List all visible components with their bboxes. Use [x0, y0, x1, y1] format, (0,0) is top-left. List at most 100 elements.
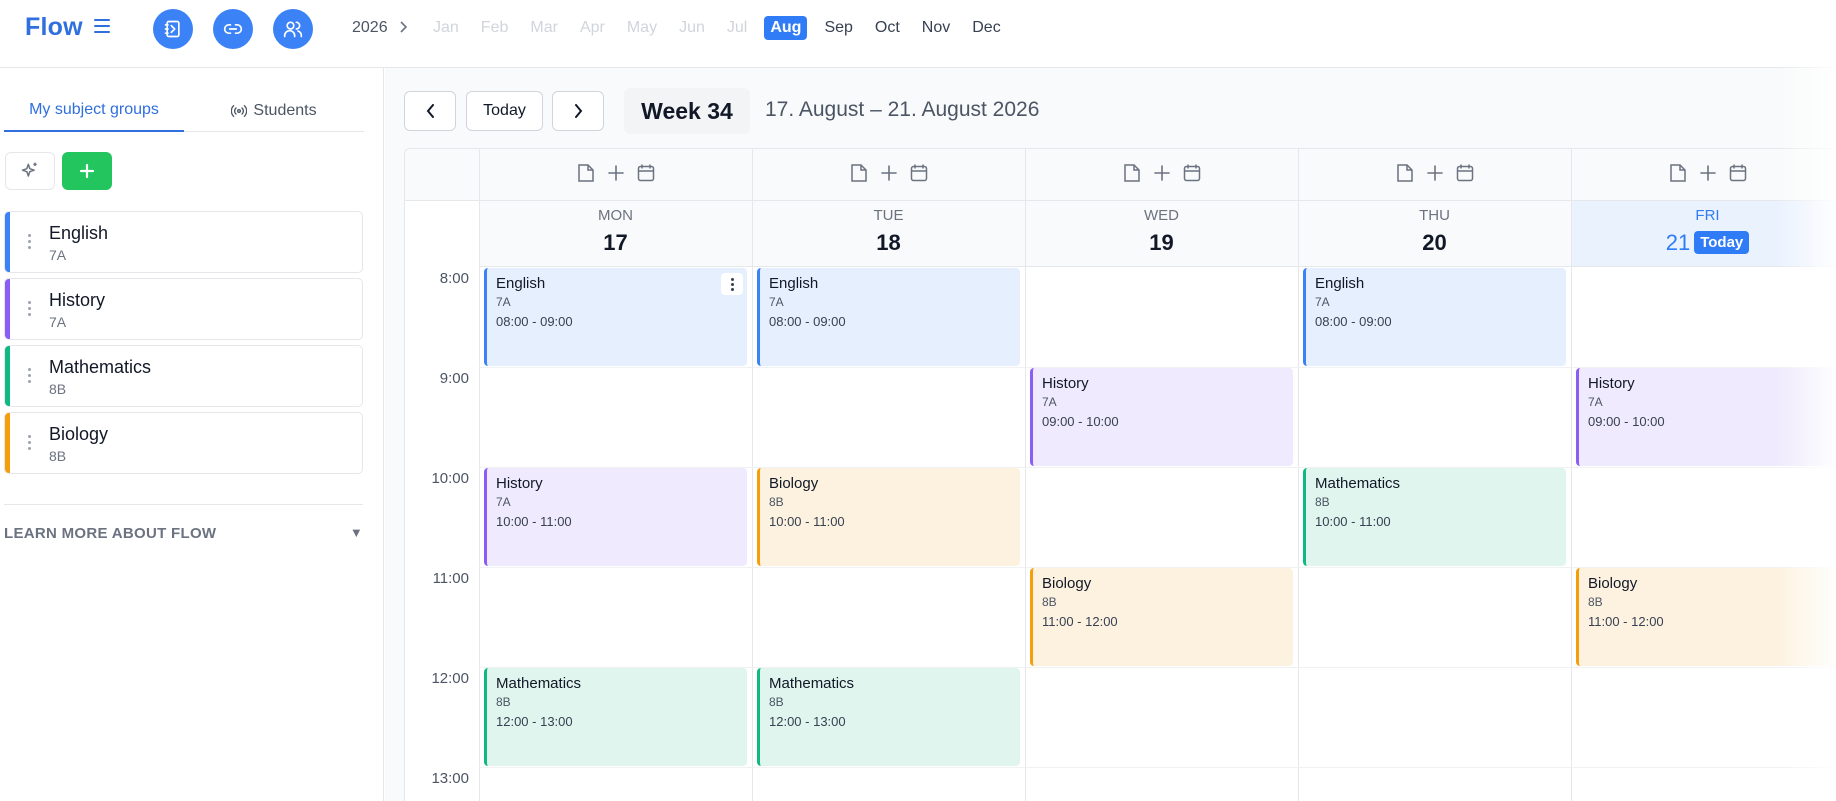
subject-group-biology[interactable]: Biology 8B	[4, 412, 363, 474]
calendar-icon[interactable]	[637, 163, 655, 183]
plus-icon[interactable]	[1153, 163, 1171, 183]
broadcast-icon	[231, 105, 248, 117]
event-time: 10:00 - 11:00	[496, 514, 572, 529]
group-color-bar	[5, 279, 10, 339]
drag-handle-icon[interactable]	[28, 368, 32, 386]
chevron-right-icon	[574, 104, 582, 118]
tab-my-subject-groups[interactable]: My subject groups	[4, 90, 184, 132]
plus-icon	[79, 163, 95, 179]
event-time: 09:00 - 10:00	[1588, 414, 1665, 429]
day-number: 21 Today	[1571, 230, 1836, 256]
week-grid: 8:00 9:00 10:00 11:00 12:00 13:00 MON 17 TUE 18 W…	[404, 148, 1836, 801]
plus-icon[interactable]	[880, 163, 898, 183]
more-options-icon[interactable]	[721, 273, 743, 295]
day-header-mon[interactable]: MON 17	[479, 201, 752, 267]
menu-icon[interactable]	[94, 19, 110, 35]
chevron-right-icon[interactable]	[399, 21, 407, 33]
tab-students-label: Students	[253, 102, 317, 119]
event-subject: English	[496, 275, 546, 292]
add-group-button[interactable]	[62, 152, 112, 190]
hour-label: 8:00	[439, 270, 469, 287]
note-icon[interactable]	[577, 163, 595, 183]
month-sep[interactable]: Sep	[819, 16, 857, 40]
learn-more-section[interactable]: LEARN MORE ABOUT FLOW ▼	[4, 504, 363, 542]
calendar-icon[interactable]	[910, 163, 928, 183]
event-time: 11:00 - 12:00	[1042, 614, 1118, 629]
day-number: 19	[1025, 230, 1298, 256]
caret-down-icon: ▼	[349, 525, 363, 540]
note-icon[interactable]	[1396, 163, 1414, 183]
notebook-button[interactable]	[153, 9, 193, 49]
drag-handle-icon[interactable]	[28, 301, 32, 319]
day-header-tue[interactable]: TUE 18	[752, 201, 1025, 267]
month-aug[interactable]: Aug	[764, 16, 808, 40]
subject-group-english[interactable]: English 7A	[4, 211, 363, 273]
hour-label: 10:00	[431, 470, 469, 487]
lesson-event[interactable]: English 7A 08:00 - 09:00	[484, 268, 747, 366]
day-actions	[850, 163, 928, 183]
group-name: English	[49, 223, 109, 243]
month-dec[interactable]: Dec	[967, 16, 1005, 40]
month-jan[interactable]: Jan	[428, 16, 464, 40]
day-header-wed[interactable]: WED 19	[1025, 201, 1298, 267]
lesson-event[interactable]: Mathematics 8B 12:00 - 13:00	[484, 668, 747, 766]
hour-label: 13:00	[431, 770, 469, 787]
event-subject: Mathematics	[769, 675, 855, 692]
plus-icon[interactable]	[607, 163, 625, 183]
year-label[interactable]: 2026	[352, 19, 388, 37]
drag-handle-icon[interactable]	[28, 435, 32, 453]
plus-icon[interactable]	[1699, 163, 1717, 183]
day-number: 18	[752, 230, 1025, 256]
prev-week-button[interactable]	[404, 91, 456, 131]
ai-suggest-button[interactable]	[5, 152, 55, 190]
event-subject: History	[1588, 375, 1635, 392]
day-number-text: 17	[603, 230, 628, 255]
calendar-icon[interactable]	[1456, 163, 1474, 183]
month-feb[interactable]: Feb	[476, 16, 514, 40]
link-icon	[223, 24, 243, 35]
month-oct[interactable]: Oct	[870, 16, 905, 40]
day-header-fri[interactable]: FRI 21 Today	[1571, 201, 1836, 267]
app-logo[interactable]: Flow	[25, 13, 83, 42]
lesson-event[interactable]: Mathematics 8B 12:00 - 13:00	[757, 668, 1020, 766]
lesson-event[interactable]: History 7A 09:00 - 10:00	[1576, 368, 1836, 466]
lesson-event[interactable]: Biology 8B 11:00 - 12:00	[1030, 568, 1293, 666]
month-jul[interactable]: Jul	[722, 16, 752, 40]
month-may[interactable]: May	[622, 16, 662, 40]
lesson-event[interactable]: English 7A 08:00 - 09:00	[1303, 268, 1566, 366]
lesson-event[interactable]: English 7A 08:00 - 09:00	[757, 268, 1020, 366]
note-icon[interactable]	[1123, 163, 1141, 183]
plus-icon[interactable]	[1426, 163, 1444, 183]
day-number: 17	[479, 230, 752, 256]
note-icon[interactable]	[1669, 163, 1687, 183]
lesson-event[interactable]: Mathematics 8B 10:00 - 11:00	[1303, 468, 1566, 566]
next-week-button[interactable]	[552, 91, 604, 131]
note-icon[interactable]	[850, 163, 868, 183]
day-number-text: 20	[1422, 230, 1447, 255]
calendar-icon[interactable]	[1729, 163, 1747, 183]
drag-handle-icon[interactable]	[28, 234, 32, 252]
lesson-event[interactable]: Biology 8B 11:00 - 12:00	[1576, 568, 1836, 666]
lesson-event[interactable]: History 7A 09:00 - 10:00	[1030, 368, 1293, 466]
tab-students[interactable]: Students	[184, 90, 364, 132]
subject-group-history[interactable]: History 7A	[4, 278, 363, 340]
lesson-event[interactable]: Biology 8B 10:00 - 11:00	[757, 468, 1020, 566]
users-button[interactable]	[273, 9, 313, 49]
day-header-thu[interactable]: THU 20	[1298, 201, 1571, 267]
today-button[interactable]: Today	[466, 91, 543, 131]
subject-group-mathematics[interactable]: Mathematics 8B	[4, 345, 363, 407]
month-nov[interactable]: Nov	[917, 16, 955, 40]
event-subject: Biology	[1042, 575, 1092, 592]
link-button[interactable]	[213, 9, 253, 49]
event-time: 08:00 - 09:00	[496, 314, 573, 329]
month-mar[interactable]: Mar	[525, 16, 563, 40]
month-apr[interactable]: Apr	[575, 16, 610, 40]
lesson-event[interactable]: History 7A 10:00 - 11:00	[484, 468, 747, 566]
month-jun[interactable]: Jun	[674, 16, 710, 40]
event-class: 7A	[1042, 395, 1057, 409]
column-divider	[1298, 149, 1299, 801]
hour-label: 11:00	[432, 570, 469, 587]
calendar-icon[interactable]	[1183, 163, 1201, 183]
event-time: 10:00 - 11:00	[1315, 514, 1391, 529]
column-divider	[1571, 149, 1572, 801]
